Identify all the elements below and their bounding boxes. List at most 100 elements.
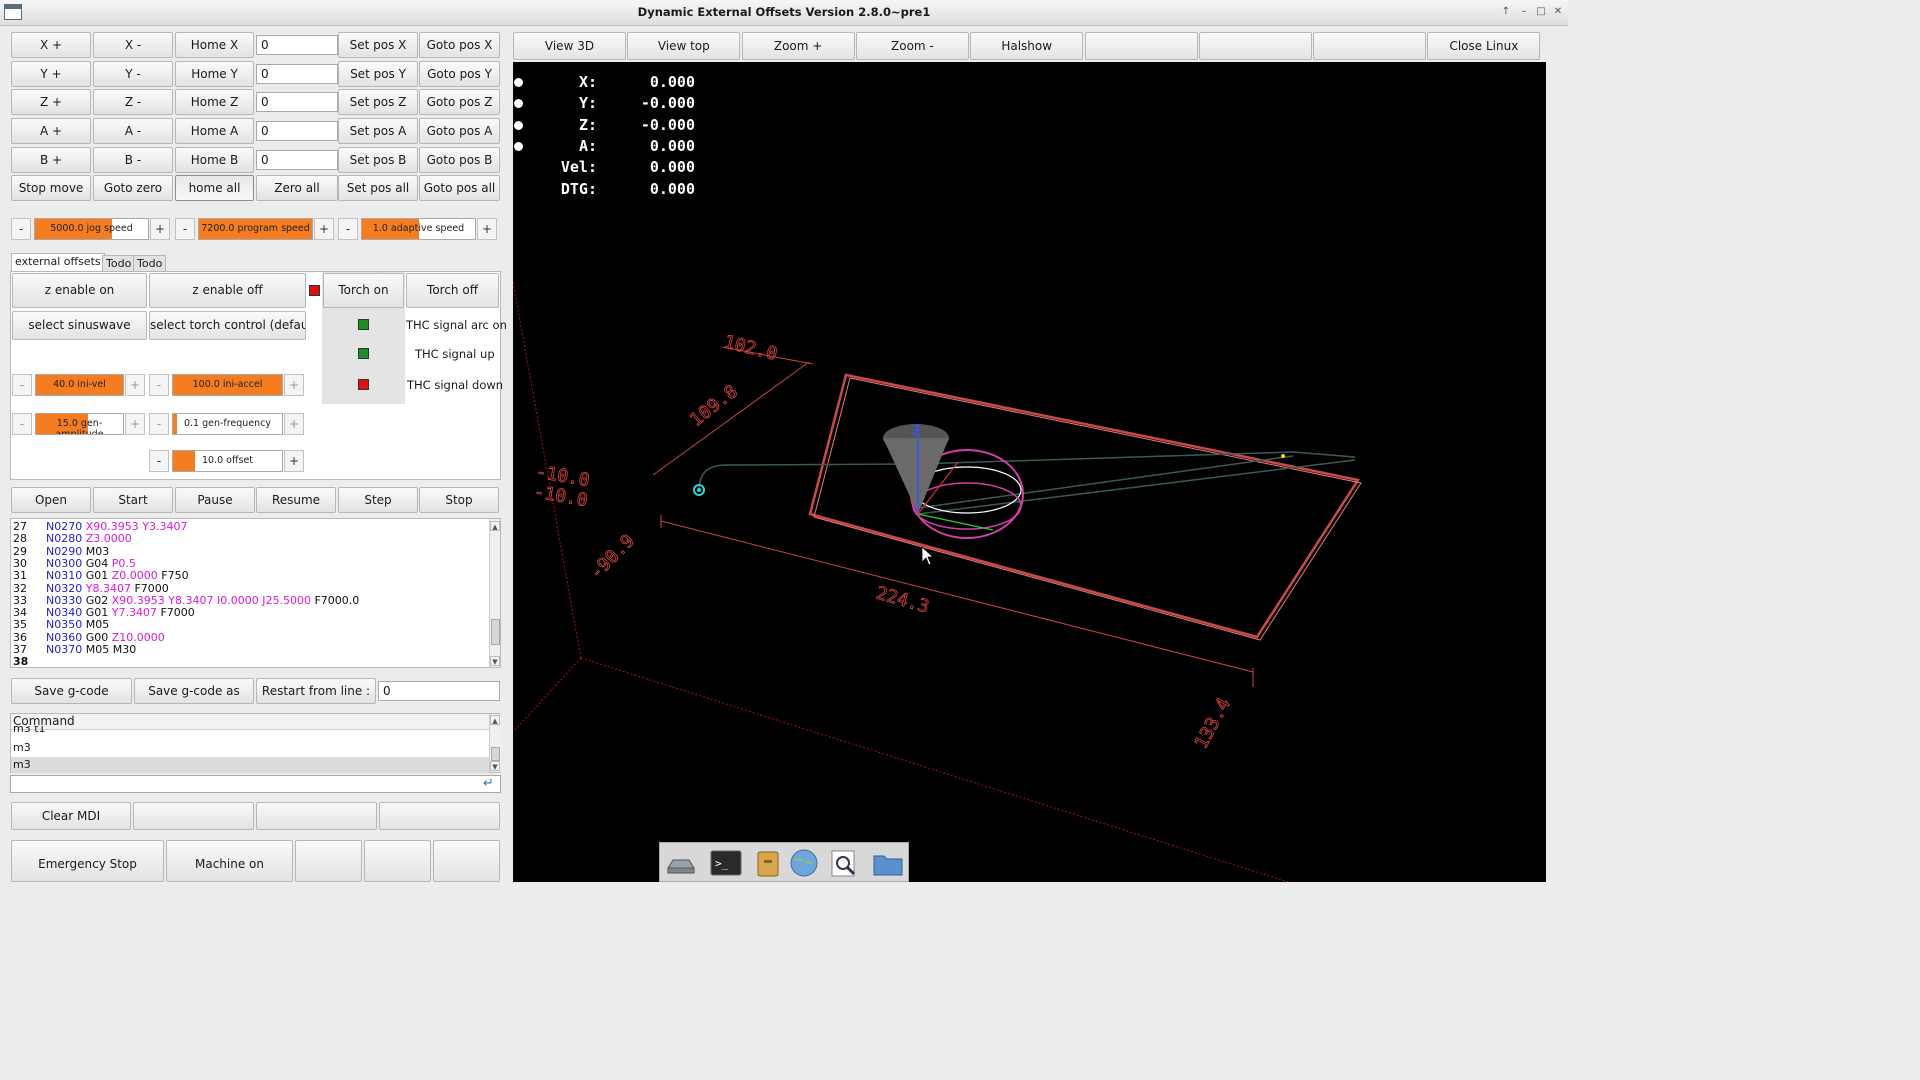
set-pos-z-button[interactable]: Set pos Z bbox=[338, 89, 418, 115]
gen-frequency-slider[interactable]: 0.1 gen-frequency bbox=[172, 413, 283, 435]
ini-vel-minus-button[interactable]: - bbox=[12, 374, 32, 396]
torch-on-button[interactable]: Torch on bbox=[323, 273, 404, 308]
clear-mdi-button[interactable]: Clear MDI bbox=[11, 802, 131, 830]
pause-button[interactable]: Pause bbox=[175, 487, 255, 513]
scroll-up-icon[interactable]: ▲ bbox=[490, 521, 500, 531]
3d-preview-viewport[interactable]: X: 0.000 Y: -0.000 Z: -0.000 A: 0.000 Vel: 0.000 D… bbox=[513, 62, 1546, 882]
blank-view-button-2[interactable] bbox=[1198, 32, 1312, 60]
mdi-history-item[interactable]: m3 bbox=[13, 741, 31, 754]
position-a-input[interactable]: 0 bbox=[256, 121, 338, 141]
offset-slider[interactable]: 10.0 offset bbox=[172, 450, 283, 472]
ini-accel-slider[interactable]: 100.0 ini-accel bbox=[172, 374, 283, 396]
zoom-out-button[interactable]: Zoom - bbox=[855, 32, 969, 60]
resume-button[interactable]: Resume bbox=[256, 487, 336, 513]
save-gcode-as-button[interactable]: Save g-code as bbox=[134, 678, 254, 704]
z-enable-off-button[interactable]: z enable off bbox=[149, 273, 306, 308]
select-sinuswave-button[interactable]: select sinuswave bbox=[12, 311, 147, 340]
goto-pos-x-button[interactable]: Goto pos X bbox=[419, 32, 500, 58]
set-pos-y-button[interactable]: Set pos Y bbox=[338, 61, 418, 87]
ini-accel-plus-button[interactable]: + bbox=[284, 374, 304, 396]
home-a-button[interactable]: Home A bbox=[175, 118, 254, 144]
restart-line-input[interactable]: 0 bbox=[378, 681, 500, 701]
position-y-input[interactable]: 0 bbox=[256, 64, 338, 84]
blank-button-3[interactable] bbox=[379, 802, 500, 830]
gcode-scrollbar[interactable]: ▲ ▼ bbox=[489, 519, 500, 667]
mdi-history-item[interactable]: m3 t1 bbox=[13, 726, 46, 734]
gen-amplitude-slider[interactable]: 15.0 gen-amplitude bbox=[35, 413, 124, 435]
tab-external-offsets[interactable]: external offsets bbox=[11, 253, 105, 272]
offset-plus-button[interactable]: + bbox=[284, 450, 304, 472]
home-y-button[interactable]: Home Y bbox=[175, 61, 254, 87]
jog-a-plus-button[interactable]: A + bbox=[11, 118, 91, 144]
blank-view-button-1[interactable] bbox=[1084, 32, 1198, 60]
blank-button-2[interactable] bbox=[256, 802, 377, 830]
drive-icon[interactable] bbox=[664, 848, 696, 878]
jog-speed-slider[interactable]: 5000.0 jog speed bbox=[34, 218, 149, 240]
blank-view-button-3[interactable] bbox=[1313, 32, 1427, 60]
gen-frequency-minus-button[interactable]: - bbox=[149, 413, 169, 435]
folder-icon[interactable] bbox=[872, 848, 904, 878]
goto-zero-button[interactable]: Goto zero bbox=[93, 175, 173, 201]
close-linux-button[interactable]: Close Linux bbox=[1427, 32, 1541, 60]
scroll-down-icon[interactable]: ▼ bbox=[490, 761, 500, 771]
ini-vel-slider[interactable]: 40.0 ini-vel bbox=[35, 374, 124, 396]
tab-todo-1[interactable]: Todo bbox=[102, 255, 136, 272]
view-3d-button[interactable]: View 3D bbox=[513, 32, 626, 60]
jog-y-plus-button[interactable]: Y + bbox=[11, 61, 91, 87]
zoom-in-button[interactable]: Zoom + bbox=[741, 32, 855, 60]
halshow-button[interactable]: Halshow bbox=[970, 32, 1084, 60]
open-button[interactable]: Open bbox=[11, 487, 91, 513]
adaptive-speed-slider[interactable]: 1.0 adaptive speed bbox=[361, 218, 476, 240]
step-button[interactable]: Step bbox=[338, 487, 418, 513]
mdi-scroll-thumb[interactable] bbox=[491, 747, 500, 761]
mdi-command-input[interactable] bbox=[10, 775, 501, 793]
home-x-button[interactable]: Home X bbox=[175, 32, 254, 58]
blank-button-4[interactable] bbox=[295, 840, 362, 882]
home-b-button[interactable]: Home B bbox=[175, 147, 254, 173]
mdi-history-item-selected[interactable]: m3 bbox=[11, 757, 489, 773]
position-b-input[interactable]: 0 bbox=[256, 150, 338, 170]
goto-pos-a-button[interactable]: Goto pos A bbox=[419, 118, 500, 144]
start-button[interactable]: Start bbox=[93, 487, 173, 513]
globe-icon[interactable] bbox=[788, 848, 820, 878]
stop-button[interactable]: Stop bbox=[419, 487, 499, 513]
jog-speed-plus-button[interactable]: + bbox=[150, 218, 170, 240]
offset-minus-button[interactable]: - bbox=[149, 450, 169, 472]
torch-off-button[interactable]: Torch off bbox=[406, 273, 499, 308]
goto-pos-b-button[interactable]: Goto pos B bbox=[419, 147, 500, 173]
program-speed-slider[interactable]: 7200.0 program speed bbox=[198, 218, 313, 240]
mdi-history[interactable]: Command m3 t1 m3 m3 ▲ ▼ bbox=[10, 713, 501, 773]
jog-z-plus-button[interactable]: Z + bbox=[11, 89, 91, 115]
jog-b-plus-button[interactable]: B + bbox=[11, 147, 91, 173]
zero-all-button[interactable]: Zero all bbox=[256, 175, 338, 201]
set-pos-x-button[interactable]: Set pos X bbox=[338, 32, 418, 58]
goto-pos-all-button[interactable]: Goto pos all bbox=[419, 175, 500, 201]
emergency-stop-button[interactable]: Emergency Stop bbox=[11, 840, 164, 882]
set-pos-b-button[interactable]: Set pos B bbox=[338, 147, 418, 173]
ini-accel-minus-button[interactable]: - bbox=[149, 374, 169, 396]
z-enable-on-button[interactable]: z enable on bbox=[12, 273, 147, 308]
save-gcode-button[interactable]: Save g-code bbox=[11, 678, 132, 704]
archive-icon[interactable] bbox=[752, 848, 784, 878]
maximize-icon[interactable]: □ bbox=[1533, 5, 1549, 19]
jog-b-minus-button[interactable]: B - bbox=[93, 147, 173, 173]
set-pos-a-button[interactable]: Set pos A bbox=[338, 118, 418, 144]
goto-pos-y-button[interactable]: Goto pos Y bbox=[419, 61, 500, 87]
stop-move-button[interactable]: Stop move bbox=[11, 175, 91, 201]
terminal-icon[interactable]: >_ bbox=[710, 848, 742, 878]
scroll-down-icon[interactable]: ▼ bbox=[490, 656, 500, 666]
home-z-button[interactable]: Home Z bbox=[175, 89, 254, 115]
close-icon[interactable]: ✕ bbox=[1550, 5, 1566, 19]
minimize-icon[interactable]: – bbox=[1516, 5, 1532, 19]
search-icon[interactable] bbox=[828, 848, 860, 878]
enter-icon[interactable]: ↵ bbox=[483, 777, 497, 790]
ini-vel-plus-button[interactable]: + bbox=[125, 374, 145, 396]
gen-frequency-plus-button[interactable]: + bbox=[284, 413, 304, 435]
goto-pos-z-button[interactable]: Goto pos Z bbox=[419, 89, 500, 115]
jog-z-minus-button[interactable]: Z - bbox=[93, 89, 173, 115]
gen-amplitude-minus-button[interactable]: - bbox=[12, 413, 32, 435]
jog-x-plus-button[interactable]: X + bbox=[11, 32, 91, 58]
program-speed-plus-button[interactable]: + bbox=[314, 218, 334, 240]
gcode-listing[interactable]: 27 N0270 X90.3953 Y3.3407 28 N0280 Z3.0000 2… bbox=[10, 518, 501, 668]
window-up-icon[interactable]: ↑ bbox=[1498, 5, 1514, 19]
